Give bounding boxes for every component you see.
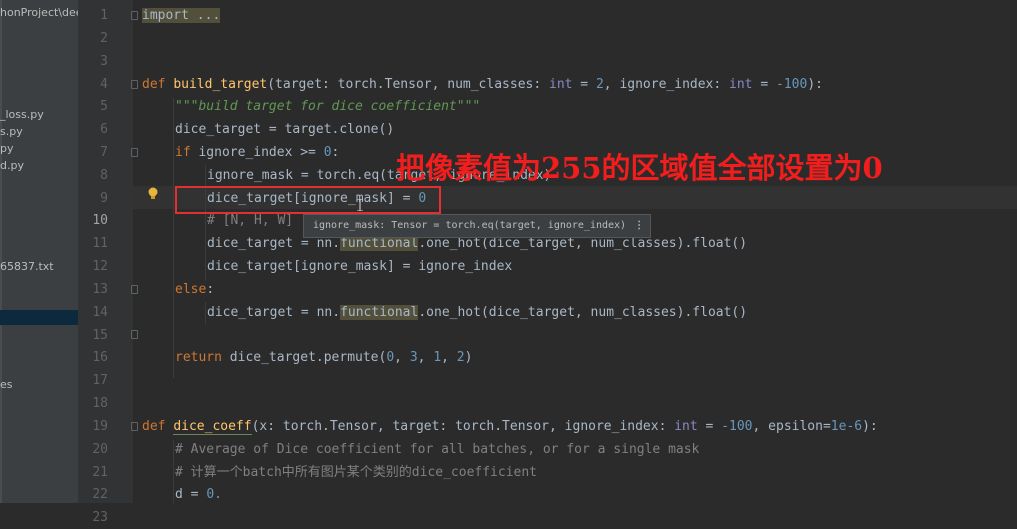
line-number: 12 [92, 259, 108, 274]
code-line-15: dice_target = nn.functional.one_hot(dice… [207, 305, 748, 320]
tooltip-text: ignore_mask: Tensor = torch.eq(target, i… [313, 220, 627, 231]
indent-guide [173, 440, 174, 503]
project-selected-row[interactable] [0, 310, 78, 325]
code-line-1: import ... [142, 5, 221, 27]
project-tool-window: honProject\dee _loss.py s.py py d.py 658… [0, 0, 78, 503]
code-line-14: else: [175, 282, 215, 297]
project-file-item[interactable]: _loss.py [0, 108, 44, 121]
line-number: 1 [100, 8, 108, 23]
line-number: 23 [92, 510, 108, 525]
line-number: 18 [92, 396, 108, 411]
code-line-8: if ignore_index >= 0: [175, 145, 340, 160]
folded-import[interactable]: import ... [142, 8, 221, 23]
highlight-box [175, 186, 441, 214]
code-line-6: """build target for dice coefficient""" [175, 99, 481, 114]
line-number: 6 [100, 122, 108, 137]
more-options-icon[interactable]: ⋮ [634, 215, 644, 237]
editor-gutter[interactable]: 1 2 3 4 5 6 7 8 9 10 11 12 13 14 15 16 1… [78, 0, 158, 525]
code-editor[interactable]: import ... def build_target(target: torc… [133, 0, 1017, 503]
line-number: 15 [92, 328, 108, 343]
annotation-text: 把像素值为255的区域值全部设置为0 [396, 151, 883, 185]
project-file-item[interactable]: py [0, 142, 14, 155]
project-file-item[interactable]: s.py [0, 125, 23, 138]
indent-guide [205, 302, 206, 324]
line-number: 19 [92, 419, 108, 434]
project-scrollbar[interactable] [0, 0, 2, 503]
text-cursor-icon [357, 199, 363, 211]
line-number: 16 [92, 350, 108, 365]
code-line-20: def dice_coeff(x: torch.Tensor, target: … [142, 419, 878, 435]
project-file-item[interactable]: 65837.txt [0, 260, 54, 273]
line-number: 5 [100, 99, 108, 114]
line-number: 4 [100, 77, 108, 92]
line-number: 7 [100, 145, 108, 160]
line-number: 11 [92, 236, 108, 251]
code-line-21: # Average of Dice coefficient for all ba… [175, 442, 700, 457]
line-number: 17 [92, 373, 108, 388]
line-number: 2 [100, 31, 108, 46]
line-number: 14 [92, 305, 108, 320]
project-root-label[interactable]: honProject\dee [0, 6, 78, 19]
line-number: 21 [92, 465, 108, 480]
code-line-5: def build_target(target: torch.Tensor, n… [142, 77, 823, 92]
quick-doc-tooltip: ignore_mask: Tensor = torch.eq(target, i… [303, 214, 652, 238]
line-number: 3 [100, 54, 108, 69]
line-number: 8 [100, 168, 108, 183]
code-line-7: dice_target = target.clone() [175, 122, 395, 137]
code-line-22: # 计算一个batch中所有图片某个类别的dice_coefficient [175, 465, 538, 480]
line-number: 13 [92, 282, 108, 297]
code-line-13: dice_target[ignore_mask] = ignore_index [207, 259, 513, 274]
project-file-item[interactable]: d.py [0, 159, 24, 172]
indent-guide [173, 98, 174, 378]
project-file-item[interactable]: es [0, 378, 13, 391]
indent-guide [205, 165, 206, 281]
line-number: 9 [100, 191, 108, 206]
code-line-17: return dice_target.permute(0, 3, 1, 2) [175, 350, 473, 365]
line-number-current: 10 [92, 213, 108, 228]
line-number: 20 [92, 442, 108, 457]
